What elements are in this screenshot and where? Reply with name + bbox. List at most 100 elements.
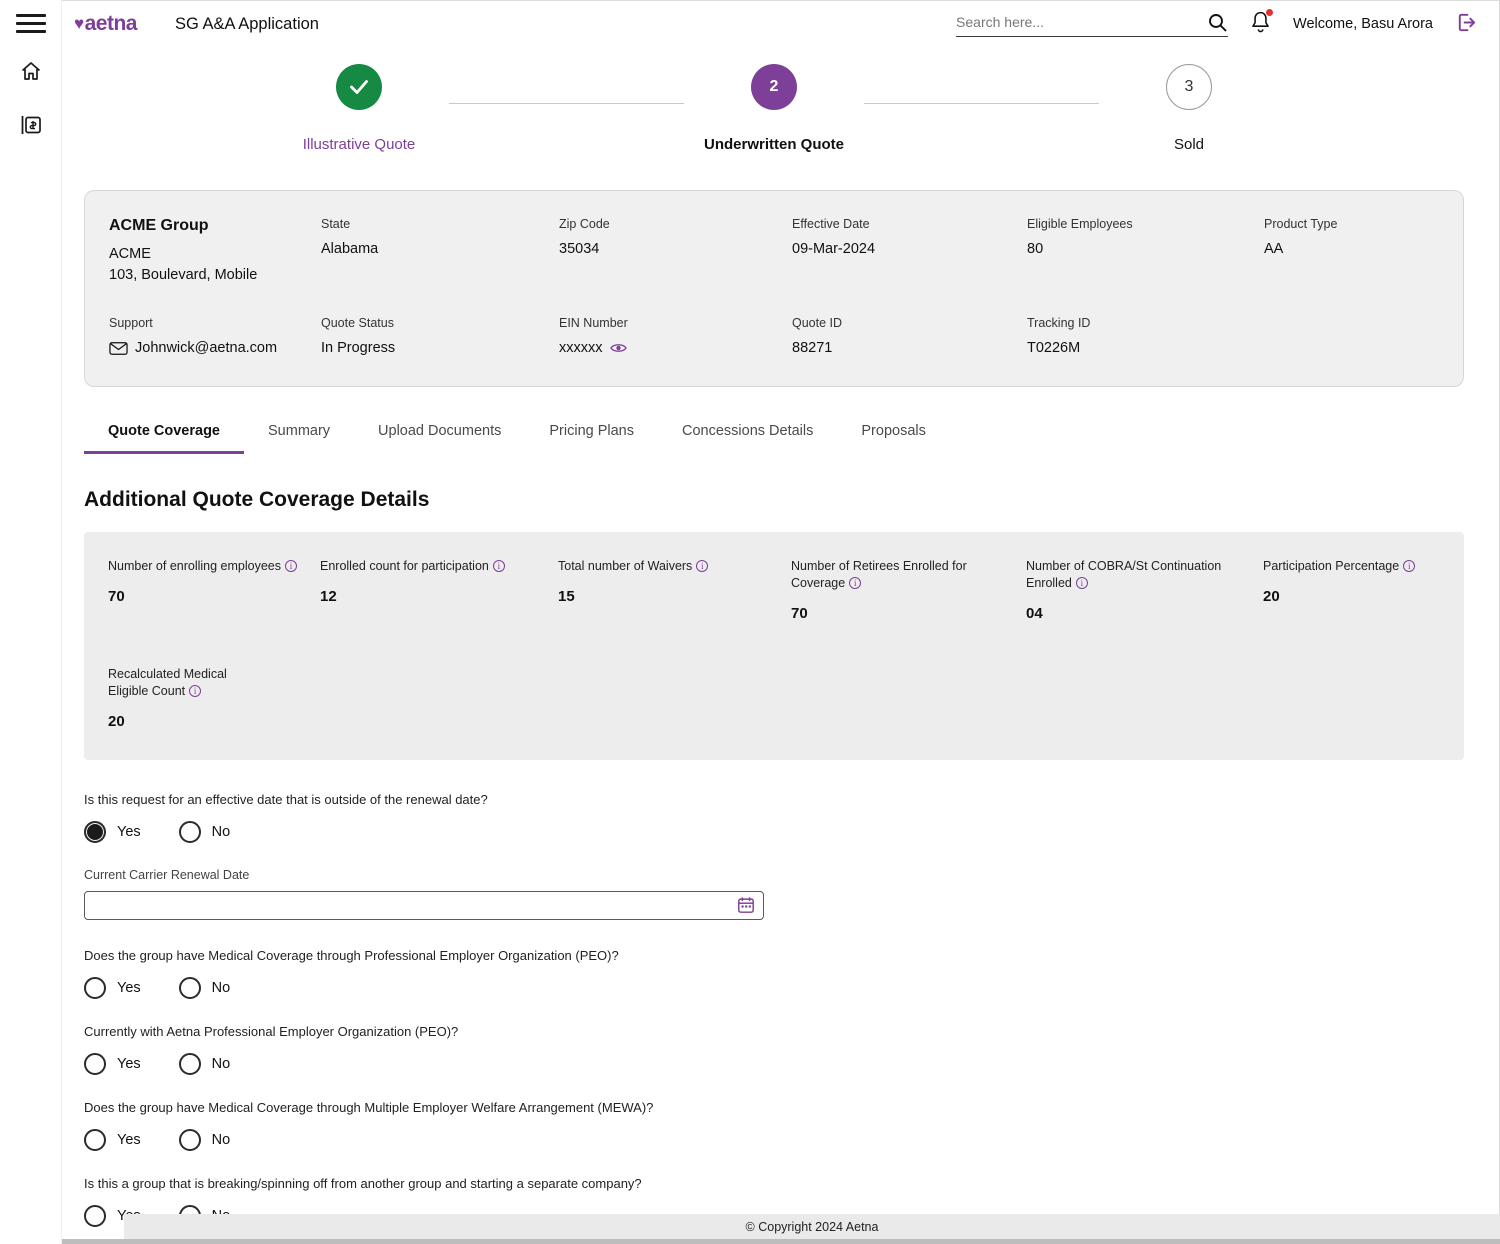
notification-dot <box>1266 9 1273 16</box>
radio-option-no[interactable]: No <box>179 821 231 843</box>
tab-concessions-details[interactable]: Concessions Details <box>658 423 837 454</box>
field-support: Support Johnwick@aetna.com <box>109 316 321 356</box>
field-state: State Alabama <box>321 217 559 286</box>
step3-circle: 3 <box>1166 64 1212 110</box>
brand-text: aetna <box>85 12 137 36</box>
question-peo-coverage: Does the group have Medical Coverage thr… <box>84 948 1464 999</box>
question-effective-date-outside-renewal: Is this request for an effective date th… <box>84 792 1464 843</box>
radio-yes <box>84 1053 106 1075</box>
info-icon[interactable] <box>696 560 708 572</box>
field-effective-date: Effective Date 09-Mar-2024 <box>792 217 1027 286</box>
radio-option-yes[interactable]: Yes <box>84 977 141 999</box>
question-mewa-coverage: Does the group have Medical Coverage thr… <box>84 1100 1464 1151</box>
coverage-field-retirees: Number of Retirees Enrolled for Coverage… <box>791 558 1026 622</box>
search-input[interactable] <box>956 14 1207 30</box>
step1-label: Illustrative Quote <box>303 136 416 153</box>
radio-option-no[interactable]: No <box>179 1053 231 1075</box>
left-sidebar <box>0 0 62 1244</box>
copyright-text: © Copyright 2024 Aetna <box>746 1220 879 1234</box>
tab-proposals[interactable]: Proposals <box>837 423 949 454</box>
group-identity: ACME Group ACME 103, Boulevard, Mobile <box>109 217 321 286</box>
info-icon[interactable] <box>493 560 505 572</box>
coverage-details-panel: Number of enrolling employees 70 Enrolle… <box>84 532 1464 760</box>
group-name: ACME Group <box>109 217 321 235</box>
section-title: Additional Quote Coverage Details <box>84 488 1464 512</box>
header-right: Welcome, Basu Arora <box>956 10 1478 38</box>
main-area: ♥aetna SG A&A Application Welcome, Basu … <box>62 0 1500 1244</box>
radio-yes <box>84 1205 106 1227</box>
bottom-edge <box>0 1239 1500 1244</box>
radio-no <box>179 1053 201 1075</box>
radio-option-yes[interactable]: Yes <box>84 1053 141 1075</box>
home-icon[interactable] <box>19 59 43 86</box>
calendar-icon[interactable] <box>737 896 755 914</box>
current-carrier-renewal-date-field: Current Carrier Renewal Date <box>84 868 1464 920</box>
step-sold[interactable]: 3 Sold <box>1099 64 1279 153</box>
content: Illustrative Quote 2 Underwritten Quote … <box>62 48 1500 1244</box>
coverage-field-cobra: Number of COBRA/St Continuation Enrolled… <box>1026 558 1263 622</box>
radio-yes <box>84 1129 106 1151</box>
renewal-date-input[interactable] <box>93 898 737 913</box>
tab-summary[interactable]: Summary <box>244 423 354 454</box>
page: ♥aetna SG A&A Application Welcome, Basu … <box>0 0 1500 1244</box>
field-eligible-employees: Eligible Employees 80 <box>1027 217 1264 286</box>
step3-label: Sold <box>1174 136 1204 153</box>
question-text: Is this a group that is breaking/spinnin… <box>84 1176 1464 1191</box>
app-title: SG A&A Application <box>175 15 319 34</box>
question-text: Currently with Aetna Professional Employ… <box>84 1024 1464 1039</box>
field-quote-id: Quote ID 88271 <box>792 316 1027 356</box>
coverage-field-enrolling-employees: Number of enrolling employees 70 <box>108 558 320 622</box>
stepper-connector <box>864 103 1099 104</box>
radio-no <box>179 977 201 999</box>
top-header: ♥aetna SG A&A Application Welcome, Basu … <box>62 0 1500 48</box>
step2-label: Underwritten Quote <box>704 136 844 153</box>
progress-stepper: Illustrative Quote 2 Underwritten Quote … <box>84 48 1464 184</box>
billing-icon[interactable] <box>18 112 44 141</box>
group-summary-card: ACME Group ACME 103, Boulevard, Mobile S… <box>84 190 1464 387</box>
field-quote-status: Quote Status In Progress <box>321 316 559 356</box>
tab-upload-documents[interactable]: Upload Documents <box>354 423 525 454</box>
question-text: Is this request for an effective date th… <box>84 792 1464 807</box>
aetna-logo: ♥aetna <box>74 12 137 36</box>
tab-quote-coverage[interactable]: Quote Coverage <box>84 423 244 454</box>
radio-option-no[interactable]: No <box>179 1129 231 1151</box>
field-ein-number: EIN Number xxxxxx <box>559 316 792 356</box>
field-product-type: Product Type AA <box>1264 217 1439 286</box>
ein-masked-value: xxxxxx <box>559 340 603 356</box>
field-tracking-id: Tracking ID T0226M <box>1027 316 1264 356</box>
hamburger-menu-icon[interactable] <box>16 14 46 33</box>
logout-icon[interactable] <box>1455 11 1478 37</box>
welcome-text: Welcome, Basu Arora <box>1293 16 1433 32</box>
info-icon[interactable] <box>1403 560 1415 572</box>
step2-circle: 2 <box>751 64 797 110</box>
notifications-bell-icon[interactable] <box>1250 10 1271 38</box>
coverage-field-participation-percentage: Participation Percentage 20 <box>1263 558 1440 622</box>
question-text: Does the group have Medical Coverage thr… <box>84 948 1464 963</box>
question-text: Does the group have Medical Coverage thr… <box>84 1100 1464 1115</box>
search-bar <box>956 12 1228 37</box>
radio-yes <box>84 821 106 843</box>
tab-pricing-plans[interactable]: Pricing Plans <box>525 423 658 454</box>
radio-no <box>179 821 201 843</box>
questions-section: Is this request for an effective date th… <box>84 792 1464 1244</box>
step-illustrative-quote[interactable]: Illustrative Quote <box>269 64 449 153</box>
aetna-heart-icon: ♥ <box>74 14 84 34</box>
radio-option-yes[interactable]: Yes <box>84 821 141 843</box>
info-icon[interactable] <box>849 577 861 589</box>
info-icon[interactable] <box>285 560 297 572</box>
step1-circle <box>336 64 382 110</box>
info-icon[interactable] <box>1076 577 1088 589</box>
tab-bar: Quote Coverage Summary Upload Documents … <box>84 423 1464 454</box>
envelope-icon <box>109 341 128 356</box>
reveal-ein-eye-icon[interactable] <box>610 342 627 354</box>
group-address: ACME 103, Boulevard, Mobile <box>109 244 321 286</box>
radio-option-yes[interactable]: Yes <box>84 1129 141 1151</box>
coverage-field-enrolled-count: Enrolled count for participation 12 <box>320 558 558 622</box>
step-underwritten-quote[interactable]: 2 Underwritten Quote <box>684 64 864 153</box>
coverage-field-recalculated-medical: Recalculated Medical Eligible Count 20 <box>108 666 320 730</box>
question-currently-aetna-peo: Currently with Aetna Professional Employ… <box>84 1024 1464 1075</box>
search-icon[interactable] <box>1207 12 1228 33</box>
support-email[interactable]: Johnwick@aetna.com <box>135 340 277 356</box>
radio-option-no[interactable]: No <box>179 977 231 999</box>
info-icon[interactable] <box>189 685 201 697</box>
